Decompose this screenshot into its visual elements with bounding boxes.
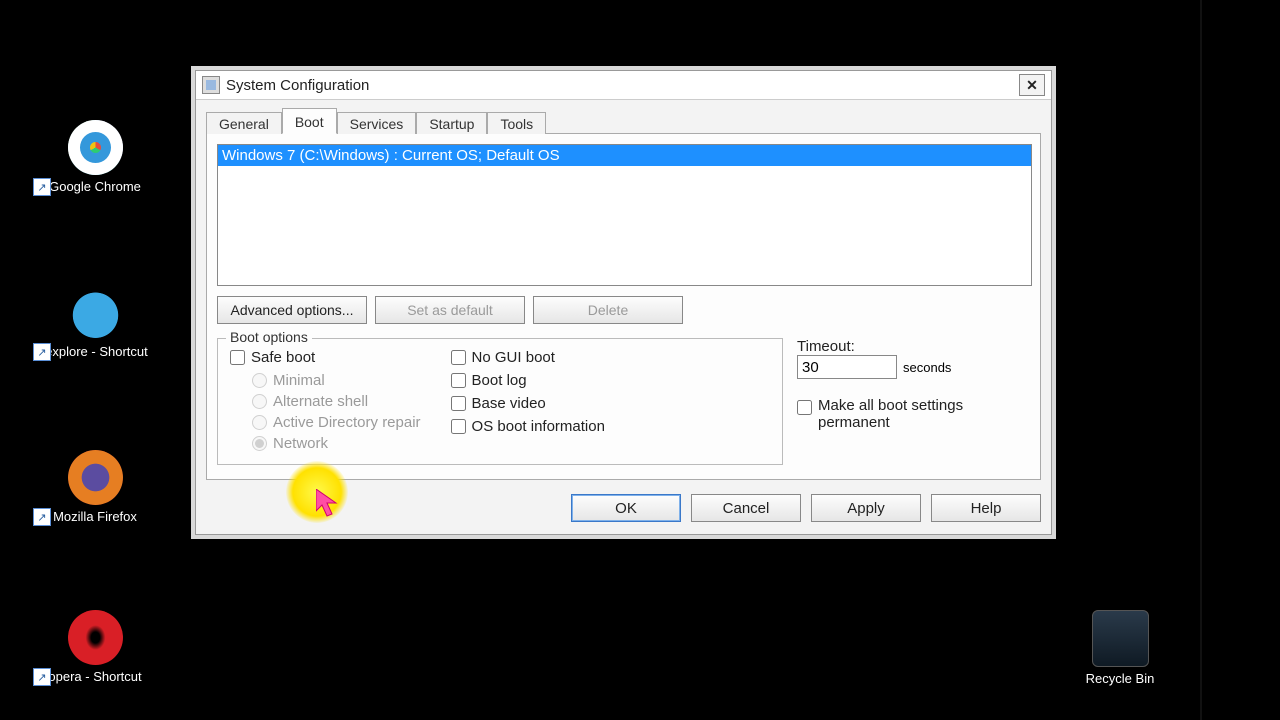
apply-button[interactable]: Apply <box>811 494 921 522</box>
boot-log-checkbox[interactable]: Boot log <box>451 372 605 389</box>
desktop-icon-label: Google Chrome <box>35 179 155 194</box>
desktop-icon-chrome[interactable]: ↗ Google Chrome <box>35 120 155 194</box>
desktop: ↗ Google Chrome ↗ iexplore - Shortcut ↗ … <box>0 0 1280 720</box>
tab-strip: General Boot Services Startup Tools <box>206 108 1041 134</box>
tab-services[interactable]: Services <box>337 112 417 135</box>
cancel-button[interactable]: Cancel <box>691 494 801 522</box>
desktop-icon-label: opera - Shortcut <box>35 669 155 684</box>
safe-boot-checkbox[interactable]: Safe boot <box>230 349 421 366</box>
close-button[interactable]: ✕ <box>1019 74 1045 96</box>
close-icon: ✕ <box>1026 77 1038 94</box>
safe-boot-ad-repair-radio[interactable]: Active Directory repair <box>252 414 421 431</box>
timeout-label: Timeout: <box>797 338 1030 355</box>
os-list[interactable]: Windows 7 (C:\Windows) : Current OS; Def… <box>217 144 1032 286</box>
make-permanent-checkbox[interactable]: Make all boot settings permanent <box>797 397 1030 431</box>
desktop-icon-recycle-bin[interactable]: Recycle Bin <box>1060 610 1180 686</box>
shortcut-badge-icon: ↗ <box>33 178 51 196</box>
tab-general[interactable]: General <box>206 112 282 135</box>
desktop-icon-firefox[interactable]: ↗ Mozilla Firefox <box>35 450 155 524</box>
shortcut-badge-icon: ↗ <box>33 668 51 686</box>
shortcut-badge-icon: ↗ <box>33 343 51 361</box>
letterbox-bar <box>1200 0 1280 720</box>
shortcut-badge-icon: ↗ <box>33 508 51 526</box>
tab-startup[interactable]: Startup <box>416 112 487 135</box>
boot-tab-panel: Windows 7 (C:\Windows) : Current OS; Def… <box>206 134 1041 480</box>
help-button[interactable]: Help <box>931 494 1041 522</box>
timeout-input[interactable] <box>797 355 897 379</box>
dialog-action-bar: OK Cancel Apply Help <box>206 494 1041 522</box>
safe-boot-alt-shell-radio[interactable]: Alternate shell <box>252 393 421 410</box>
tab-tools[interactable]: Tools <box>487 112 546 135</box>
delete-button[interactable]: Delete <box>533 296 683 324</box>
desktop-icon-label: iexplore - Shortcut <box>35 344 155 359</box>
titlebar[interactable]: System Configuration ✕ <box>196 71 1051 100</box>
timeout-unit: seconds <box>903 360 951 375</box>
system-configuration-window: System Configuration ✕ General Boot Serv… <box>195 70 1052 535</box>
desktop-icon-label: Recycle Bin <box>1060 671 1180 686</box>
no-gui-boot-checkbox[interactable]: No GUI boot <box>451 349 605 366</box>
safe-boot-minimal-radio[interactable]: Minimal <box>252 372 421 389</box>
desktop-icon-label: Mozilla Firefox <box>35 509 155 524</box>
app-icon <box>202 76 220 94</box>
advanced-options-button[interactable]: Advanced options... <box>217 296 367 324</box>
set-as-default-button[interactable]: Set as default <box>375 296 525 324</box>
desktop-icon-opera[interactable]: ↗ opera - Shortcut <box>35 610 155 684</box>
ok-button[interactable]: OK <box>571 494 681 522</box>
tab-boot[interactable]: Boot <box>282 108 337 134</box>
base-video-checkbox[interactable]: Base video <box>451 395 605 412</box>
boot-options-legend: Boot options <box>226 329 312 345</box>
window-title: System Configuration <box>226 77 369 94</box>
os-boot-info-checkbox[interactable]: OS boot information <box>451 418 605 435</box>
os-list-item[interactable]: Windows 7 (C:\Windows) : Current OS; Def… <box>218 145 1031 166</box>
desktop-icon-ie[interactable]: ↗ iexplore - Shortcut <box>35 285 155 359</box>
safe-boot-network-radio[interactable]: Network <box>252 435 421 452</box>
boot-options-group: Boot options Safe boot <box>217 338 783 465</box>
